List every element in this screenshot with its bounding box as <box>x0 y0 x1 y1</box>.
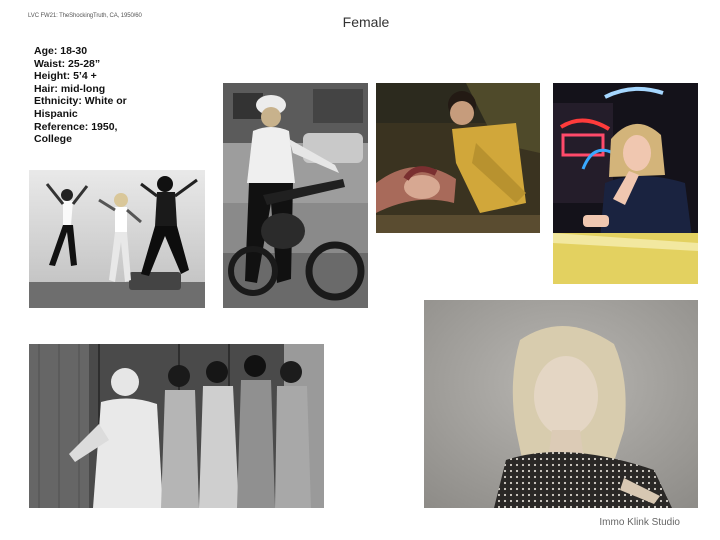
photo-credit: Immo Klink Studio <box>599 517 680 528</box>
spec-line-ethnicity-cont: Hispanic <box>34 107 78 120</box>
spec-line-waist: Waist: 25-28” <box>34 57 101 70</box>
spec-line-ethnicity: Ethnicity: White or <box>34 95 127 108</box>
photo-three-women-jumping <box>29 170 205 308</box>
photo-woman-neon-diner <box>553 83 698 284</box>
photo-couple-in-car <box>376 83 540 233</box>
spec-line-height: Height: 5’4 + <box>34 70 97 83</box>
spec-line-age: Age: 18-30 <box>34 45 88 57</box>
spec-line-hair: Hair: mid-long <box>34 82 106 95</box>
page-title-text: Female <box>342 14 390 30</box>
casting-specs: Age: 18-30 Waist: 25-28” Height: 5’4 + H… <box>34 45 174 146</box>
photo-blonde-woman-portrait <box>424 300 698 508</box>
photo-gang-of-girls-at-fence <box>29 344 324 508</box>
spec-line-reference: Reference: 1950, <box>34 120 118 133</box>
page-title: Female <box>0 14 720 30</box>
photo-woman-on-motorcycle <box>223 83 368 308</box>
spec-line-reference-cont: College <box>34 133 72 146</box>
